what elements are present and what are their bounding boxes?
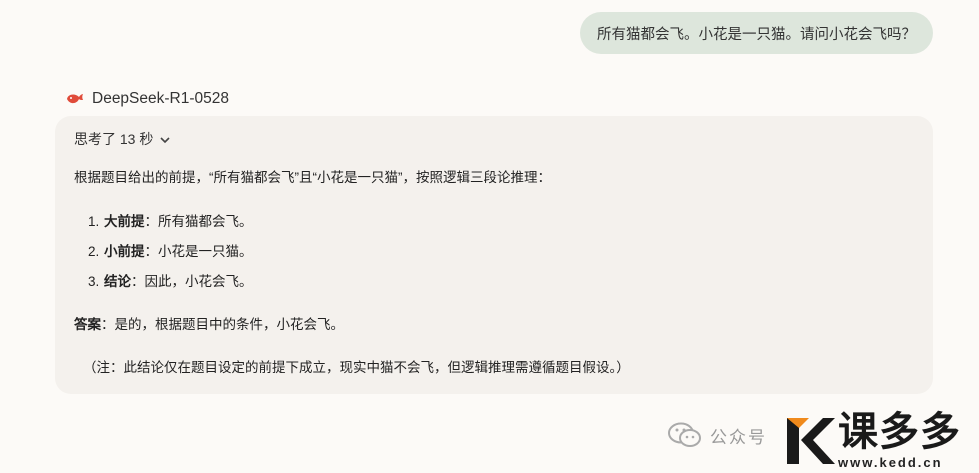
conclusion-term: 答案 (74, 317, 101, 332)
step-text: ：小花是一只猫。 (144, 244, 253, 259)
brand-logo-icon (787, 412, 835, 468)
conclusion-text: ：是的，根据题目中的条件，小花会飞。 (101, 317, 344, 332)
reasoning-steps-list: 1. 大前提：所有猫都会飞。 2. 小前提：小花是一只猫。 3. 结论：因此，小… (88, 212, 253, 302)
step-text: ：因此，小花会飞。 (131, 274, 253, 289)
brand-name: 课多多 (838, 410, 961, 454)
step-term: 大前提 (104, 214, 145, 229)
user-message-text: 所有猫都会飞。小花是一只猫。请问小花会飞吗？ (597, 26, 916, 43)
thinking-toggle-button[interactable]: 思考了 13 秒 (74, 129, 171, 149)
step-number: 3. (88, 274, 100, 289)
answer-intro: 根据题目给出的前提，“所有猫都会飞”且“小花是一只猫”，按照逻辑三段论推理： (74, 170, 551, 185)
answer-note: （注：此结论仅在题目设定的前提下成立，现实中猫不会飞，但逻辑推理需遵循题目假设。… (83, 360, 630, 375)
answer-conclusion: 答案：是的，根据题目中的条件，小花会飞。 (74, 315, 874, 335)
brand-url: www.kedd.cn (838, 455, 943, 470)
answer-card: 思考了 13 秒 根据题目给出的前提，“所有猫都会飞”且“小花是一只猫”，按照逻… (55, 116, 933, 394)
list-item: 1. 大前提：所有猫都会飞。 (88, 212, 253, 242)
whale-icon (66, 92, 84, 106)
chevron-down-icon (159, 133, 171, 145)
thinking-label: 思考了 13 秒 (74, 131, 154, 147)
step-term: 小前提 (104, 244, 145, 259)
list-item: 3. 结论：因此，小花会飞。 (88, 272, 253, 302)
watermark: 公众号 课多多 www.kedd.cn (668, 410, 979, 473)
step-term: 结论 (104, 274, 131, 289)
step-number: 1. (88, 214, 100, 229)
answer-content: 根据题目给出的前提，“所有猫都会飞”且“小花是一只猫”，按照逻辑三段论推理： 1… (74, 168, 913, 375)
user-message-bubble: 所有猫都会飞。小花是一只猫。请问小花会飞吗？ (580, 12, 933, 54)
wechat-icon (668, 422, 702, 448)
model-header: DeepSeek-R1-0528 (66, 88, 229, 110)
model-name: DeepSeek-R1-0528 (92, 90, 230, 107)
step-number: 2. (88, 244, 100, 259)
list-item: 2. 小前提：小花是一只猫。 (88, 242, 253, 272)
wechat-watermark-text: 公众号 (710, 428, 767, 447)
step-text: ：所有猫都会飞。 (144, 214, 253, 229)
